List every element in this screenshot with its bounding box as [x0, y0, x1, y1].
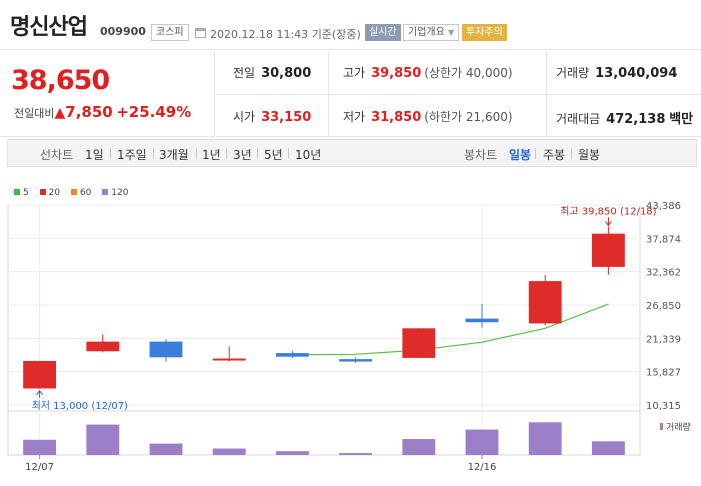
candle-body	[212, 358, 246, 361]
volume-bar	[86, 424, 120, 455]
period-1w[interactable]: 1주일	[117, 146, 147, 163]
toolbar-separator	[535, 148, 536, 159]
company-name: 명신산업	[10, 15, 88, 40]
stat-label: 거래량	[556, 66, 590, 80]
y-tick-label: 32,362	[646, 268, 681, 279]
company-overview-dropdown[interactable]: 기업개요 ▼	[403, 24, 460, 41]
volume-legend-swatch	[660, 423, 663, 430]
candle-body	[86, 341, 120, 352]
chart-toolbar: 선차트 1일 1주일 3개월 1년 3년 5년 10년 봉차트 일봉 주봉 월봉	[7, 139, 697, 167]
toolbar-separator	[257, 148, 258, 159]
realtime-button[interactable]: 실시간	[365, 24, 401, 41]
max-price-label: 최고 39,850 (12/18)	[560, 205, 656, 217]
stat-note: (상한가 40,000)	[424, 66, 513, 80]
change-rate: +25.49%	[116, 103, 192, 121]
stat-volume: 거래량 13,040,094	[556, 64, 677, 81]
stock-header: 명신산업 009900 코스피 2020.12.18 11:43 기준(장중) …	[0, 0, 701, 50]
volume-bar	[402, 439, 436, 455]
stat-open: 시가 33,150	[233, 108, 311, 125]
volume-bar	[465, 429, 499, 455]
stock-page: 명신산업 009900 코스피 2020.12.18 11:43 기준(장중) …	[0, 0, 701, 486]
stat-label: 저가	[343, 110, 366, 124]
volume-bar	[591, 441, 625, 455]
investment-warning-badge: 투자주의	[462, 24, 507, 41]
volume-bar	[339, 453, 373, 455]
period-3y[interactable]: 3년	[233, 146, 252, 163]
quote-basis: 기준(장중)	[311, 28, 361, 41]
quote-time: 2020.12.18 11:43	[210, 28, 309, 41]
chart-frame	[7, 204, 641, 456]
candle-body	[591, 233, 625, 267]
volume-bar	[23, 439, 57, 455]
price-change: 전일대비▲7,850 +25.49%	[14, 103, 191, 121]
y-tick-label: 26,850	[646, 301, 681, 312]
calendar-icon	[195, 28, 206, 38]
x-tick-label: 12/16	[468, 462, 497, 473]
toolbar-separator	[153, 148, 154, 159]
stat-value: 33,150	[261, 110, 312, 125]
stats-divider	[216, 94, 701, 95]
price-stats: 전일 30,800 고가 39,850 (상한가 40,000) 거래량 13,040,…	[216, 51, 701, 137]
candle-body	[149, 341, 183, 358]
stat-label: 시가	[233, 110, 256, 124]
volume-bar	[212, 448, 246, 455]
period-5y[interactable]: 5년	[264, 146, 283, 163]
volume-bar	[149, 443, 183, 455]
market-badge: 코스피	[151, 24, 189, 41]
stat-label: 전일	[233, 66, 256, 80]
stock-chart[interactable]: 43,38637,87432,36226,85021,33915,82710,3…	[0, 195, 701, 486]
stat-value: 30,800	[261, 66, 312, 81]
up-triangle-icon: ▲	[54, 105, 66, 121]
period-1y[interactable]: 1년	[202, 146, 221, 163]
change-label: 전일대비	[14, 107, 55, 120]
volume-bar	[528, 422, 562, 455]
candle-body	[339, 359, 373, 362]
period-1d[interactable]: 1일	[85, 146, 104, 163]
y-tick-label: 21,339	[646, 334, 681, 345]
volume-legend-label: 거래량	[666, 421, 691, 433]
quote-datetime: 2020.12.18 11:43 기준(장중)	[210, 26, 361, 42]
volume-bar	[275, 451, 309, 455]
change-amount: 7,850	[65, 103, 113, 121]
stat-amount: 거래대금 472,138 백만	[556, 108, 693, 127]
candle-body	[275, 353, 309, 357]
toolbar-separator	[571, 148, 572, 159]
stat-low: 저가 31,850 (하한가 21,600)	[343, 108, 513, 125]
stock-code: 009900	[100, 25, 146, 38]
toolbar-separator	[226, 148, 227, 159]
line-chart-label: 선차트	[40, 148, 74, 162]
y-tick-label: 10,315	[646, 401, 681, 412]
stat-value: 39,850	[371, 66, 422, 81]
toolbar-separator	[288, 148, 289, 159]
price-summary: 38,650 전일대비▲7,850 +25.49%	[0, 51, 215, 137]
candle-body	[23, 360, 57, 389]
stat-value: 472,138	[606, 112, 666, 127]
stat-unit: 백만	[669, 112, 694, 127]
candle-body	[402, 328, 436, 358]
stat-value: 31,850	[371, 110, 422, 125]
min-price-label: 최저 13,000 (12/07)	[32, 400, 128, 412]
candle-body	[465, 318, 499, 323]
stat-value: 13,040,094	[595, 66, 678, 81]
period-3m[interactable]: 3개월	[159, 146, 189, 163]
candle-daily[interactable]: 일봉	[509, 146, 531, 163]
company-overview-label: 기업개요	[408, 27, 445, 38]
current-price: 38,650	[11, 65, 110, 96]
period-10y[interactable]: 10년	[295, 146, 321, 163]
x-tick-label: 12/07	[25, 462, 54, 473]
stat-high: 고가 39,850 (상한가 40,000)	[343, 64, 513, 81]
candle-body	[528, 281, 562, 324]
candle-weekly[interactable]: 주봉	[543, 146, 565, 163]
toolbar-separator	[196, 148, 197, 159]
stat-label: 고가	[343, 66, 366, 80]
stat-label: 거래대금	[556, 112, 601, 126]
chevron-down-icon: ▼	[448, 28, 455, 37]
y-tick-label: 15,827	[646, 368, 681, 379]
y-tick-label: 37,874	[646, 234, 681, 245]
toolbar-separator	[110, 148, 111, 159]
stat-prev-close: 전일 30,800	[233, 64, 311, 81]
stat-note: (하한가 21,600)	[424, 110, 513, 124]
candle-chart-label: 봉차트	[464, 148, 498, 162]
candle-monthly[interactable]: 월봉	[578, 146, 600, 163]
